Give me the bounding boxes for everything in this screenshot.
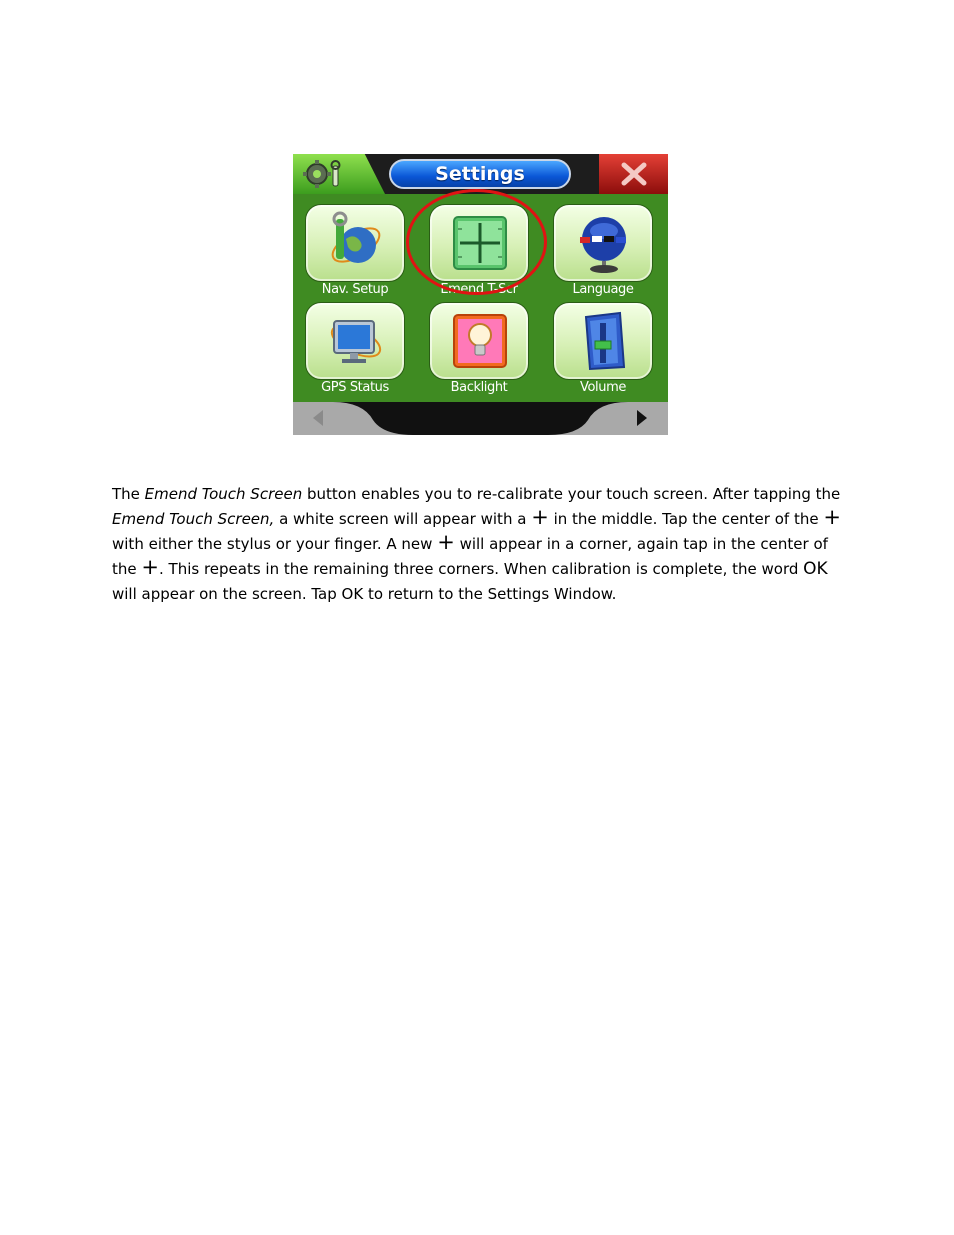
volume-button[interactable]: [553, 302, 653, 380]
bottom-nav-bar: [293, 402, 668, 435]
title-pill: Settings: [389, 159, 571, 189]
settings-menu-tab[interactable]: [293, 154, 385, 194]
globe-wrench-icon: [331, 211, 381, 263]
tile-label: Nav. Setup: [321, 282, 389, 297]
emphasis-text: Emend Touch Screen,: [112, 510, 275, 528]
ok-word: OK: [803, 559, 828, 579]
gps-status-button[interactable]: [305, 302, 405, 380]
nav-setup-button[interactable]: [305, 204, 405, 282]
text-run: a white screen will appear with a: [274, 510, 532, 528]
text-run: The: [112, 485, 145, 503]
plus-symbol: +: [141, 555, 159, 579]
emphasis-text: Emend Touch Screen: [144, 485, 303, 503]
volume-slider-icon: [584, 311, 626, 371]
lightbulb-icon: [453, 314, 507, 368]
text-run: . This repeats in the remaining three co…: [159, 560, 804, 578]
settings-screenshot: Settings Nav. Setup Emend T-Scr Language…: [293, 154, 668, 435]
backlight-button[interactable]: [429, 302, 529, 380]
nav-setup-tile[interactable]: Nav. Setup: [305, 204, 405, 302]
gps-status-tile[interactable]: GPS Status: [305, 302, 405, 400]
close-x-icon: [621, 162, 646, 186]
globe-flags-icon: [580, 217, 626, 273]
arrow-right-icon[interactable]: [635, 408, 649, 428]
text-run: will appear on the screen. Tap OK to ret…: [112, 585, 617, 603]
plus-symbol: +: [823, 505, 841, 529]
text-run: with either the stylus or your finger. A…: [112, 535, 438, 553]
language-button[interactable]: [553, 204, 653, 282]
tile-label: Volume: [580, 380, 626, 395]
volume-tile[interactable]: Volume: [553, 302, 653, 400]
text-run: button enables you to re-calibrate your …: [302, 485, 841, 503]
plus-symbol: +: [437, 530, 455, 554]
tile-label: GPS Status: [321, 380, 389, 395]
gear-wrench-icon: [303, 160, 341, 188]
plus-symbol: +: [531, 505, 549, 529]
close-button[interactable]: [599, 154, 668, 194]
highlight-circle: [406, 189, 547, 295]
window-title: Settings: [435, 163, 525, 185]
language-tile[interactable]: Language: [553, 204, 653, 302]
description-paragraph: The Emend Touch Screen button enables yo…: [112, 482, 842, 607]
monitor-satellite-icon: [330, 320, 382, 363]
tile-label: Backlight: [450, 380, 508, 395]
title-bar: Settings: [293, 154, 668, 194]
tile-label: Language: [572, 282, 634, 297]
text-run: in the middle. Tap the center of the: [548, 510, 824, 528]
backlight-tile[interactable]: Backlight: [429, 302, 529, 400]
arrow-left-icon[interactable]: [311, 408, 325, 428]
bottom-bar-scoop: [333, 402, 628, 435]
